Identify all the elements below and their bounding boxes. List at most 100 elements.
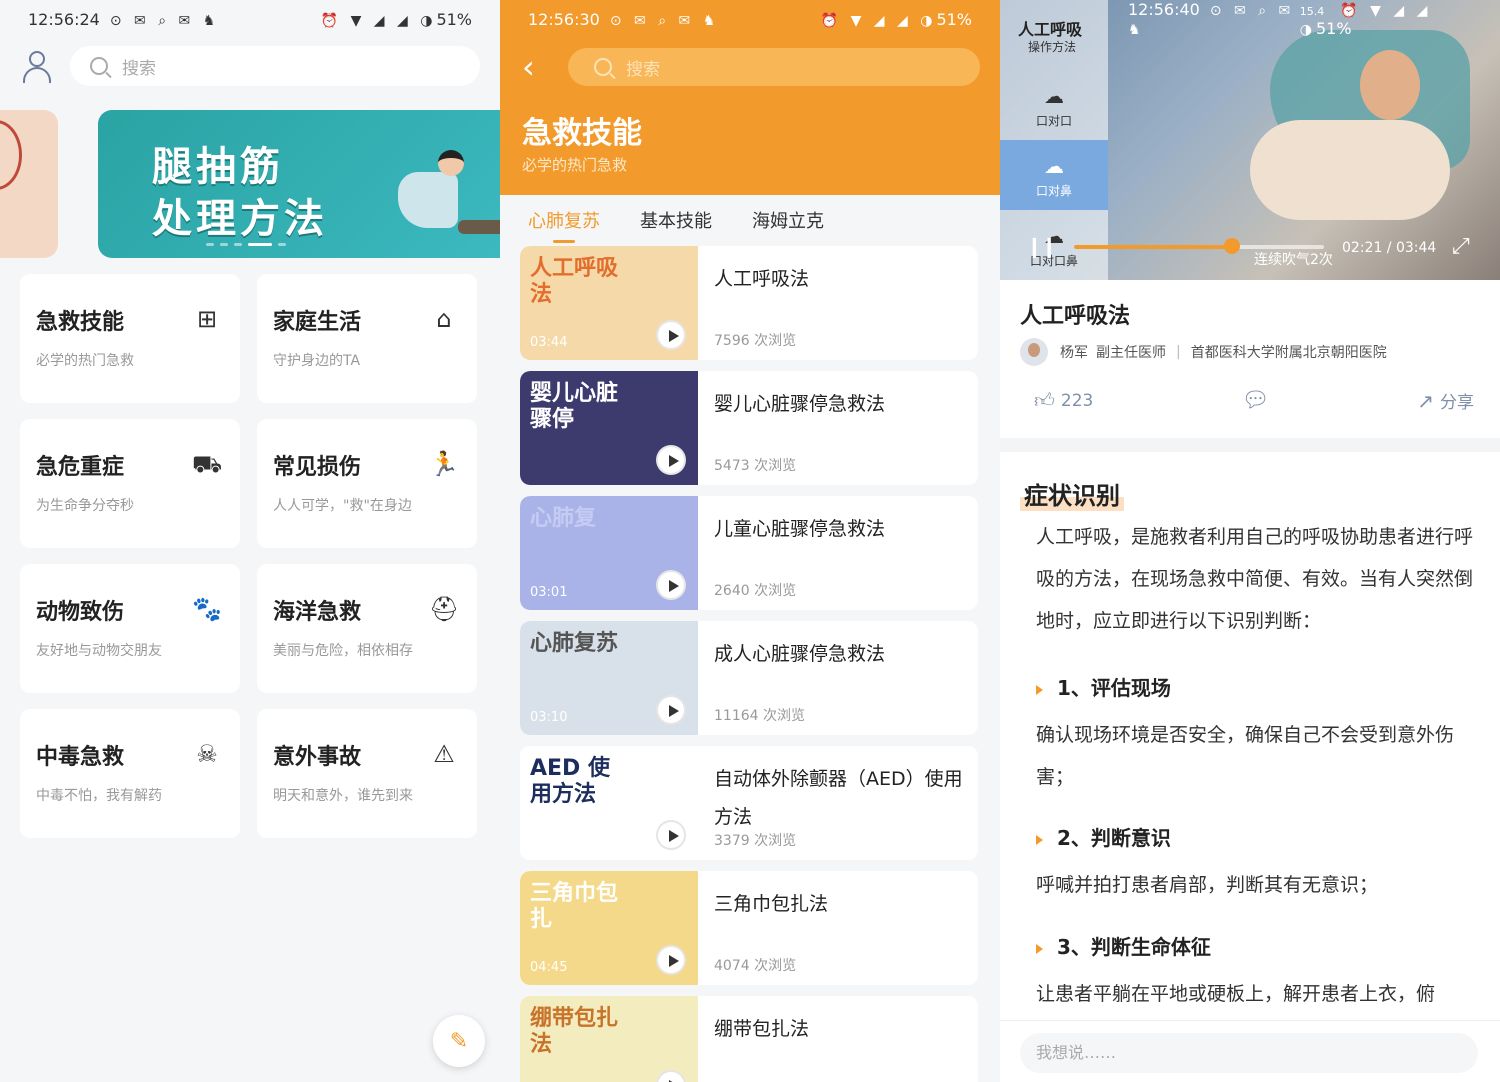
tab-2[interactable]: 基本技能 [640,207,712,233]
view-count: 5473 次浏览 [714,458,797,474]
author-info[interactable]: 杨军 副主任医师 | 首都医科大学附属北京朝阳医院 [1020,338,1387,366]
comment-input[interactable]: 我想说…… [1020,1033,1478,1073]
view-count: 3379 次浏览 [714,833,797,849]
video-list-item[interactable]: 三角巾包扎 04:45 三角巾包扎法 4074 次浏览 [520,871,978,985]
video-side-subtitle: 操作方法 [1028,40,1077,54]
video-caption: 连续吹气2次 [1254,252,1333,268]
battery-level: 51% [436,9,472,29]
thumbnail-text: 人工呼吸法 [530,256,619,307]
play-icon[interactable] [656,570,686,600]
play-icon[interactable] [656,445,686,475]
view-count: 4074 次浏览 [714,958,797,974]
share-icon: ↗ [1417,388,1434,413]
search-icon [90,57,108,75]
first-aid-skills-screen: 12:56:30 ⊙ ✉ ⌕ ✉ ♞ ⏰ ▼ ◢ ◢ ◑51% ‹ 搜索 急救技能… [500,0,1000,1082]
banner-pagination [206,243,286,246]
category-card[interactable]: 海洋急救 美丽与危险，相依相存 ⛑ [257,564,477,693]
video-player[interactable]: 12:56:40 ⊙ ✉ ⌕ ✉ ♞ 15.4 ⏰ ▼ ◢ ◢ ◑51% 人工呼吸 … [1000,0,1500,280]
category-tabs: 心肺复苏 基本技能 海姆立克 [500,195,1000,245]
signal-icons: ⏰ ▼ ◢ ◢ ◑ [320,12,437,29]
category-card[interactable]: 急危重症 为生命争分夺秒 ⛟ [20,419,240,548]
video-list-item[interactable]: 心肺复 03:01 儿童心脏骤停急救法 2640 次浏览 [520,496,978,610]
step-heading: 1、评估现场 [1036,672,1171,701]
category-card[interactable]: 常见损伤 人人可学，"救"在身边 🏃 [257,419,477,548]
running-person-icon: 🏃 [429,450,459,478]
fullscreen-icon[interactable]: ⤢ [1452,234,1470,259]
like-count: 223 [1060,390,1094,411]
comment-bar: 我想说…… [1000,1020,1500,1082]
video-thumbnail: 三角巾包扎 04:45 [520,871,698,985]
home-heart-icon: ⌂ [436,305,452,333]
video-detail-screen: 12:56:40 ⊙ ✉ ⌕ ✉ ♞ 15.4 ⏰ ▼ ◢ ◢ ◑51% 人工呼吸 … [1000,0,1500,1082]
edit-icon: ✎ [449,1028,469,1054]
promo-banner[interactable]: 腿抽筋 处理方法 [98,110,500,258]
comment-button[interactable]: 💬︎ [1241,388,1269,413]
user-profile-icon[interactable] [20,49,54,83]
video-duration: 04:45 [530,960,568,975]
category-subtitle: 为生命争分夺秒 [36,498,134,514]
category-subtitle: 友好地与动物交朋友 [36,643,162,659]
like-button[interactable]: 👍︎ 223 [1034,388,1093,413]
category-subtitle: 明天和意外，谁先到来 [273,788,413,804]
step-text: 让患者平躺在平地或硬板上，解开患者上衣，俯 [1036,983,1436,1005]
play-icon[interactable] [656,695,686,725]
search-input[interactable]: 搜索 [568,48,980,86]
technique-label: 口对鼻 [1035,184,1072,198]
video-title: 绷带包扎法 [714,1018,810,1040]
banner-prev-slide[interactable] [0,110,58,258]
search-icon [594,58,612,76]
divider [1000,438,1500,452]
technique-option[interactable]: ☁ 口对口 [1000,70,1108,140]
video-title: 婴儿心脏骤停急救法 [714,393,886,415]
video-list-item[interactable]: 人工呼吸法 03:44 人工呼吸法 7596 次浏览 [520,246,978,360]
status-time: 12:56:40 [1128,0,1200,19]
share-button[interactable]: ↗ 分享 [1417,388,1474,414]
search-input[interactable]: 搜索 [70,46,480,86]
video-list-item[interactable]: 绷带包扎法 绷带包扎法 [520,996,978,1082]
category-card[interactable]: 中毒急救 中毒不怕，我有解药 ☠ [20,709,240,838]
warning-icon: ⚠ [433,740,455,768]
tab-1[interactable]: 心肺复苏 [528,207,600,233]
paw-icon: 🐾 [192,595,222,623]
play-icon[interactable] [656,320,686,350]
video-title: 自动体外除颤器（AED）使用方法 [714,768,963,828]
progress-knob[interactable] [1223,238,1240,254]
search-placeholder: 搜索 [122,58,156,79]
battery-level: 51% [936,9,972,29]
video-list-item[interactable]: 心肺复苏 03:10 成人心脏骤停急救法 11164 次浏览 [520,621,978,735]
video-title: 儿童心脏骤停急救法 [714,518,886,540]
search-placeholder: 搜索 [626,59,660,80]
video-list-item[interactable]: AED 使用方法 02:56 自动体外除颤器（AED）使用方法 3379 次浏览 [520,746,978,860]
share-label: 分享 [1440,393,1474,413]
video-title: 三角巾包扎法 [714,893,829,915]
pause-icon[interactable]: ❙❙ [1026,234,1057,258]
play-icon[interactable] [656,945,686,975]
video-thumbnail: 人工呼吸法 03:44 [520,246,698,360]
category-grid: 急救技能 必学的热门急救 ⊞ 家庭生活 守护身边的TA ⌂ 急危重症 为生命争分夺秒… [20,274,480,838]
edit-note-button[interactable]: ✎ [433,1015,485,1067]
skull-icon: ☠ [196,740,218,768]
category-subtitle: 美丽与危险，相依相存 [273,643,413,659]
category-subtitle: 必学的热门急救 [36,353,134,369]
video-duration: 03:10 [530,710,568,725]
technique-icon: ☁ [1044,84,1064,108]
category-card[interactable]: 意外事故 明天和意外，谁先到来 ⚠ [257,709,477,838]
status-time: 12:56:24 [28,9,100,29]
video-list-item[interactable]: 婴儿心脏骤停 婴儿心脏骤停急救法 5473 次浏览 [520,371,978,485]
tab-3[interactable]: 海姆立克 [752,207,824,233]
category-card[interactable]: 急救技能 必学的热门急救 ⊞ [20,274,240,403]
back-arrow-icon[interactable]: ‹ [522,51,546,83]
category-subtitle: 中毒不怕，我有解药 [36,788,162,804]
thumbnail-text: 绷带包扎法 [530,1006,619,1057]
thumbnail-text: 心肺复苏 [530,631,619,656]
play-icon[interactable] [656,820,686,850]
video-thumbnail: 心肺复 03:01 [520,496,698,610]
video-duration: 02:56 [530,835,568,850]
technique-option[interactable]: ☁ 口对鼻 [1000,140,1108,210]
category-card[interactable]: 动物致伤 友好地与动物交朋友 🐾 [20,564,240,693]
action-bar: 👍︎ 223 💬︎ ↗ 分享 [1034,388,1474,413]
avatar [1020,338,1048,366]
page-title: 急救技能 [522,116,642,151]
category-card[interactable]: 家庭生活 守护身边的TA ⌂ [257,274,477,403]
play-icon[interactable] [656,1070,686,1082]
